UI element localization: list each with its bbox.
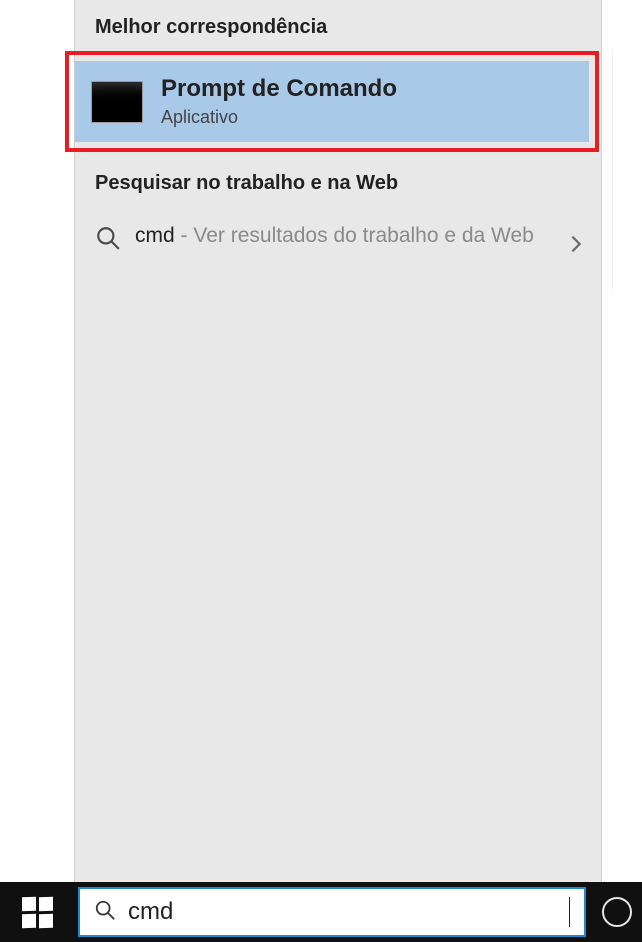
taskbar-search-box[interactable]	[78, 887, 586, 937]
best-match-text: Prompt de Comando Aplicativo	[161, 75, 397, 128]
search-web-text: cmd - Ver resultados do trabalho e da We…	[135, 221, 581, 251]
search-web-hint: Ver resultados do trabalho e da Web	[193, 224, 534, 247]
search-input[interactable]	[128, 898, 565, 926]
search-web-result[interactable]: cmd - Ver resultados do trabalho e da We…	[75, 207, 601, 265]
text-caret	[569, 897, 570, 927]
cortana-button[interactable]	[592, 882, 642, 942]
search-icon	[94, 899, 116, 926]
search-web-heading: Pesquisar no trabalho e na Web	[75, 152, 601, 207]
windows-logo-icon	[22, 897, 52, 927]
best-match-result[interactable]: Prompt de Comando Aplicativo	[75, 61, 589, 142]
best-match-highlight-frame: Prompt de Comando Aplicativo	[65, 51, 599, 152]
chevron-right-icon	[565, 233, 587, 255]
cortana-icon	[602, 897, 632, 927]
search-web-hint-prefix: -	[175, 224, 194, 247]
right-gutter	[602, 0, 642, 882]
best-match-title: Prompt de Comando	[161, 75, 397, 103]
best-match-heading: Melhor correspondência	[75, 0, 601, 51]
command-prompt-icon	[91, 81, 143, 123]
start-button[interactable]	[0, 882, 74, 942]
start-search-panel: Melhor correspondência Prompt de Comando…	[74, 0, 602, 882]
search-icon	[95, 225, 121, 251]
best-match-subtitle: Aplicativo	[161, 107, 397, 128]
search-web-query: cmd	[135, 224, 175, 247]
taskbar	[0, 882, 642, 942]
left-gutter	[0, 0, 74, 882]
